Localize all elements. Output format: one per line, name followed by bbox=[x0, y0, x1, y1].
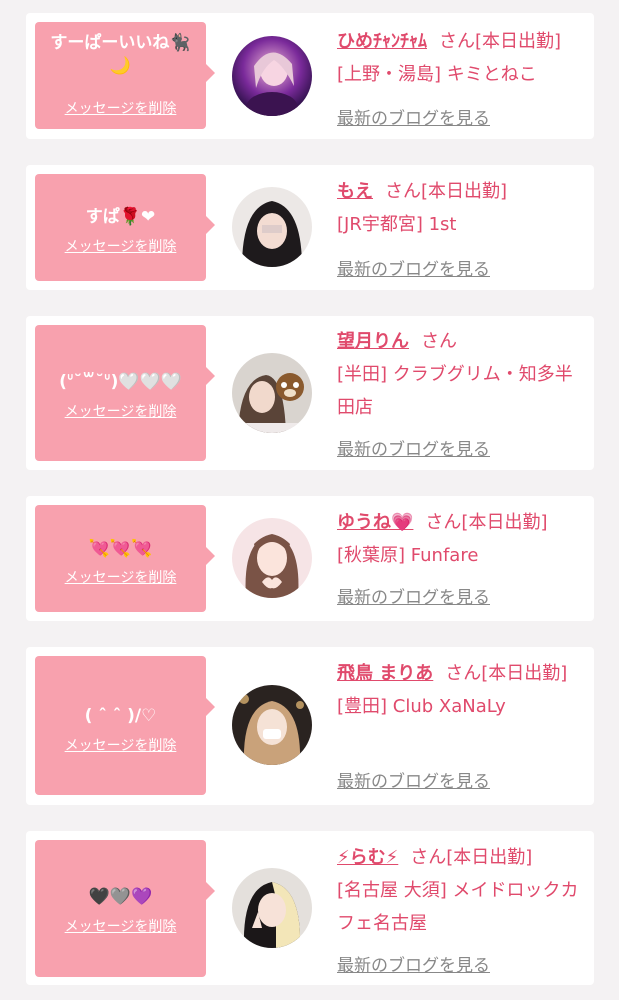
delete-message-button[interactable]: メッセージを削除 bbox=[35, 567, 206, 587]
latest-blog-link[interactable]: 最新のブログを見る bbox=[337, 435, 490, 460]
favorite-card: すぱ🌹❤ メッセージを削除 もえ さん[本日出勤] [JR宇都宮] 1st 最新の… bbox=[26, 165, 594, 290]
message-bubble: 💘💘💘 メッセージを削除 bbox=[35, 505, 215, 612]
work-status: [本日出勤] bbox=[481, 663, 568, 684]
latest-blog-link[interactable]: 最新のブログを見る bbox=[337, 255, 490, 280]
message-bubble: 🖤🩶💜 メッセージを削除 bbox=[35, 840, 215, 977]
message-bubble: (ᐡ˘꒳˘ᐡ)🤍🤍🤍 メッセージを削除 bbox=[35, 325, 215, 461]
cast-info: 飛鳥 まりあ さん[本日出勤] [豊田] Club XaNaLy bbox=[337, 657, 584, 723]
delete-message-button[interactable]: メッセージを削除 bbox=[35, 98, 206, 118]
latest-blog-link[interactable]: 最新のブログを見る bbox=[337, 951, 490, 976]
avatar[interactable] bbox=[232, 353, 312, 433]
shop-name: [秋葉原] Funfare bbox=[337, 545, 479, 566]
latest-blog-link[interactable]: 最新のブログを見る bbox=[337, 104, 490, 129]
honorific: さん bbox=[410, 847, 447, 868]
delete-message-button[interactable]: メッセージを削除 bbox=[35, 236, 206, 256]
shop-name: [名古屋 大須] メイドロックカフェ名古屋 bbox=[337, 880, 579, 934]
message-line: 🖤🩶💜 bbox=[88, 887, 153, 907]
latest-blog-link[interactable]: 最新のブログを見る bbox=[337, 583, 490, 608]
cast-info: ゆうね💗 さん[本日出勤] [秋葉原] Funfare bbox=[337, 506, 584, 572]
work-status: [本日出勤] bbox=[421, 181, 508, 202]
work-status: [本日出勤] bbox=[446, 847, 533, 868]
avatar[interactable] bbox=[232, 36, 312, 116]
honorific: さん bbox=[421, 331, 457, 352]
message-line: すーぱーいいね🐈‍⬛ bbox=[50, 33, 191, 53]
message-text: 🖤🩶💜 bbox=[41, 886, 200, 909]
honorific: さん bbox=[439, 31, 475, 52]
delete-message-button[interactable]: メッセージを削除 bbox=[35, 916, 206, 936]
favorite-card: (ᐡ˘꒳˘ᐡ)🤍🤍🤍 メッセージを削除 望月りん さん [半田] クラブグリム・知… bbox=[26, 316, 594, 470]
work-status: [本日出勤] bbox=[475, 31, 562, 52]
cast-name-link[interactable]: 望月りん bbox=[337, 331, 409, 352]
message-text: すぱ🌹❤ bbox=[41, 206, 200, 229]
message-bubble: ( ˆ ˆ )/♡ メッセージを削除 bbox=[35, 656, 215, 795]
message-bubble: すぱ🌹❤ メッセージを削除 bbox=[35, 174, 215, 281]
cast-name-link[interactable]: ひめﾁｬﾝﾁｬﾑ bbox=[337, 31, 427, 52]
cast-name-link[interactable]: ⚡らむ⚡ bbox=[337, 847, 398, 868]
avatar[interactable] bbox=[232, 685, 312, 765]
cast-info: ⚡らむ⚡ さん[本日出勤] [名古屋 大須] メイドロックカフェ名古屋 bbox=[337, 841, 584, 940]
cast-name-link[interactable]: ゆうね💗 bbox=[337, 512, 413, 533]
delete-message-button[interactable]: メッセージを削除 bbox=[35, 735, 206, 755]
message-text: ( ˆ ˆ )/♡ bbox=[41, 705, 200, 728]
cast-info: ひめﾁｬﾝﾁｬﾑ さん[本日出勤] [上野・湯島] キミとねこ bbox=[337, 25, 584, 91]
delete-message-button[interactable]: メッセージを削除 bbox=[35, 401, 206, 421]
shop-name: [JR宇都宮] 1st bbox=[337, 214, 457, 235]
cast-name-link[interactable]: 飛鳥 まりあ bbox=[337, 663, 433, 684]
honorific: さん bbox=[445, 663, 482, 684]
message-line: 🌙 bbox=[109, 56, 132, 76]
cast-info: 望月りん さん [半田] クラブグリム・知多半田店 bbox=[337, 325, 584, 424]
message-line: すぱ🌹❤ bbox=[85, 207, 156, 227]
favorite-card: ( ˆ ˆ )/♡ メッセージを削除 飛鳥 まりあ さん[本日出勤] [豊田] C… bbox=[26, 647, 594, 805]
favorite-card: すーぱーいいね🐈‍⬛ 🌙 メッセージを削除 ひめﾁｬﾝﾁｬﾑ さん[本日出勤] [… bbox=[26, 13, 594, 139]
message-line: (ᐡ˘꒳˘ᐡ)🤍🤍🤍 bbox=[59, 372, 182, 392]
work-status: [本日出勤] bbox=[461, 512, 548, 533]
message-text: すーぱーいいね🐈‍⬛ 🌙 bbox=[41, 32, 200, 78]
shop-name: [半田] クラブグリム・知多半田店 bbox=[337, 364, 573, 418]
message-line: 💘💘💘 bbox=[88, 539, 153, 559]
honorific: さん bbox=[385, 181, 421, 202]
avatar[interactable] bbox=[232, 518, 312, 598]
latest-blog-link[interactable]: 最新のブログを見る bbox=[337, 767, 490, 792]
favorite-card: 💘💘💘 メッセージを削除 ゆうね💗 さん[本日出勤] [秋葉原] Funfare … bbox=[26, 496, 594, 621]
avatar[interactable] bbox=[232, 187, 312, 267]
message-text: (ᐡ˘꒳˘ᐡ)🤍🤍🤍 bbox=[41, 371, 200, 394]
cast-name-link[interactable]: もえ bbox=[337, 181, 373, 202]
shop-name: [上野・湯島] キミとねこ bbox=[337, 64, 537, 85]
favorite-card: 🖤🩶💜 メッセージを削除 ⚡らむ⚡ さん[本日出勤] [名古屋 大須] メイドロッ… bbox=[26, 831, 594, 985]
message-text: 💘💘💘 bbox=[41, 538, 200, 561]
shop-name: [豊田] Club XaNaLy bbox=[337, 696, 506, 717]
message-line: ( ˆ ˆ )/♡ bbox=[84, 706, 157, 726]
message-bubble: すーぱーいいね🐈‍⬛ 🌙 メッセージを削除 bbox=[35, 22, 215, 129]
honorific: さん bbox=[425, 512, 462, 533]
cast-info: もえ さん[本日出勤] [JR宇都宮] 1st bbox=[337, 175, 584, 241]
avatar[interactable] bbox=[232, 868, 312, 948]
